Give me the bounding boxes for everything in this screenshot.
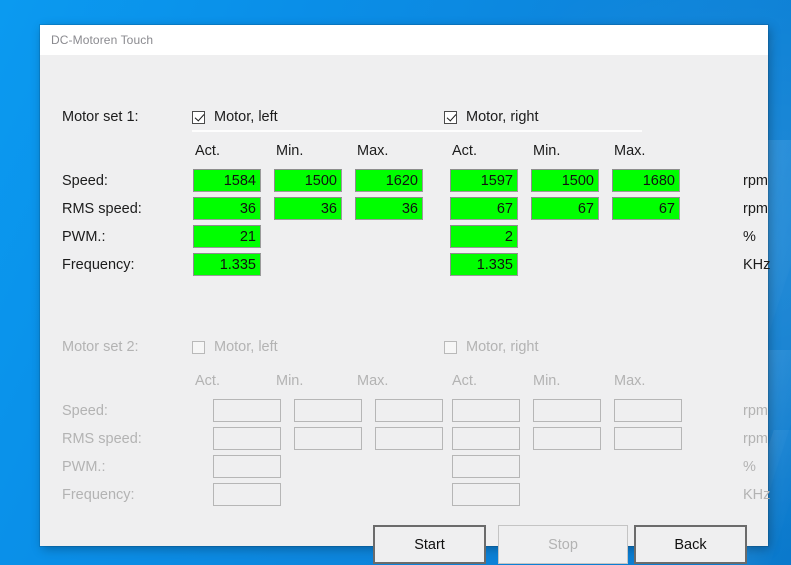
unit-pwm-set2: % (743, 459, 756, 475)
field-speed-act-left[interactable]: 1584 (193, 169, 261, 192)
field-speed-max-left[interactable]: 1620 (355, 169, 423, 192)
field-speed-max-left-set2[interactable] (375, 399, 443, 422)
row-label-frequency: Frequency: (62, 257, 135, 273)
field-rms-max-left-set2[interactable] (375, 427, 443, 450)
column-header-act-right-set2: Act. (452, 373, 477, 389)
motor-set-2-label: Motor set 2: (62, 339, 139, 355)
stop-button: Stop (498, 525, 628, 564)
field-rms-act-left[interactable]: 36 (193, 197, 261, 220)
checkbox-box[interactable] (192, 340, 205, 354)
field-speed-max-right[interactable]: 1680 (612, 169, 680, 192)
unit-speed: rpm (743, 173, 768, 189)
column-header-min-right-set2: Min. (533, 373, 561, 389)
motor-set-1-right-checkbox[interactable]: Motor, right (444, 109, 539, 125)
field-speed-max-right-set2[interactable] (614, 399, 682, 422)
column-header-act-left-set2: Act. (195, 373, 220, 389)
field-speed-min-left[interactable]: 1500 (274, 169, 342, 192)
row-label-pwm: PWM.: (62, 229, 106, 245)
row-label-speed: Speed: (62, 173, 108, 189)
field-speed-min-right[interactable]: 1500 (531, 169, 599, 192)
field-rms-min-left[interactable]: 36 (274, 197, 342, 220)
window-client-area: Motor set 1: Motor, left Motor, right Ac… (40, 55, 771, 564)
field-speed-min-right-set2[interactable] (533, 399, 601, 422)
checkbox-box[interactable] (192, 110, 205, 124)
motor-set-2-left-checkbox[interactable]: Motor, left (192, 339, 278, 355)
column-header-act-right: Act. (452, 143, 477, 159)
field-frequency-act-left-set2[interactable] (213, 483, 281, 506)
unit-rms-speed-set2: rpm (743, 431, 768, 447)
checkbox-box[interactable] (444, 340, 457, 354)
column-header-max-left: Max. (357, 143, 389, 159)
field-rms-max-left[interactable]: 36 (355, 197, 423, 220)
row-label-rms-speed-set2: RMS speed: (62, 431, 142, 447)
unit-pwm: % (743, 229, 756, 245)
field-rms-act-right-set2[interactable] (452, 427, 520, 450)
motor-set-1-left-checkbox[interactable]: Motor, left (192, 109, 278, 125)
field-rms-min-left-set2[interactable] (294, 427, 362, 450)
field-speed-act-right-set2[interactable] (452, 399, 520, 422)
checkbox-label: Motor, left (214, 339, 278, 355)
field-pwm-act-right[interactable]: 2 (450, 225, 518, 248)
field-rms-act-right[interactable]: 67 (450, 197, 518, 220)
field-frequency-act-right-set2[interactable] (452, 483, 520, 506)
column-header-max-right-set2: Max. (614, 373, 646, 389)
field-rms-act-left-set2[interactable] (213, 427, 281, 450)
field-rms-min-right[interactable]: 67 (531, 197, 599, 220)
field-pwm-act-right-set2[interactable] (452, 455, 520, 478)
row-label-speed-set2: Speed: (62, 403, 108, 419)
window-titlebar: DC-Motoren Touch (40, 25, 768, 55)
unit-frequency-set2: KHz (743, 487, 771, 503)
field-rms-min-right-set2[interactable] (533, 427, 601, 450)
application-window: DC-Motoren Touch Motor set 1: Motor, lef… (40, 25, 771, 564)
motor-set-1-label: Motor set 1: (62, 109, 139, 125)
checkbox-label: Motor, left (214, 109, 278, 125)
motor-set-2-right-checkbox[interactable]: Motor, right (444, 339, 539, 355)
field-speed-min-left-set2[interactable] (294, 399, 362, 422)
field-frequency-act-right[interactable]: 1.335 (450, 253, 518, 276)
back-button[interactable]: Back (634, 525, 747, 564)
column-header-max-left-set2: Max. (357, 373, 389, 389)
field-speed-act-right[interactable]: 1597 (450, 169, 518, 192)
checkbox-label: Motor, right (466, 109, 539, 125)
field-pwm-act-left-set2[interactable] (213, 455, 281, 478)
field-frequency-act-left[interactable]: 1.335 (193, 253, 261, 276)
row-label-rms-speed: RMS speed: (62, 201, 142, 217)
checkbox-label: Motor, right (466, 339, 539, 355)
column-header-max-right: Max. (614, 143, 646, 159)
start-button[interactable]: Start (373, 525, 486, 564)
field-rms-max-right-set2[interactable] (614, 427, 682, 450)
column-header-min-left: Min. (276, 143, 304, 159)
field-speed-act-left-set2[interactable] (213, 399, 281, 422)
field-pwm-act-left[interactable]: 21 (193, 225, 261, 248)
motor-set-1-separator (192, 130, 642, 132)
column-header-min-left-set2: Min. (276, 373, 304, 389)
unit-rms-speed: rpm (743, 201, 768, 217)
unit-speed-set2: rpm (743, 403, 768, 419)
window-title: DC-Motoren Touch (51, 33, 154, 47)
column-header-act-left: Act. (195, 143, 220, 159)
row-label-pwm-set2: PWM.: (62, 459, 106, 475)
unit-frequency: KHz (743, 257, 771, 273)
column-header-min-right: Min. (533, 143, 561, 159)
row-label-frequency-set2: Frequency: (62, 487, 135, 503)
checkbox-box[interactable] (444, 110, 457, 124)
field-rms-max-right[interactable]: 67 (612, 197, 680, 220)
